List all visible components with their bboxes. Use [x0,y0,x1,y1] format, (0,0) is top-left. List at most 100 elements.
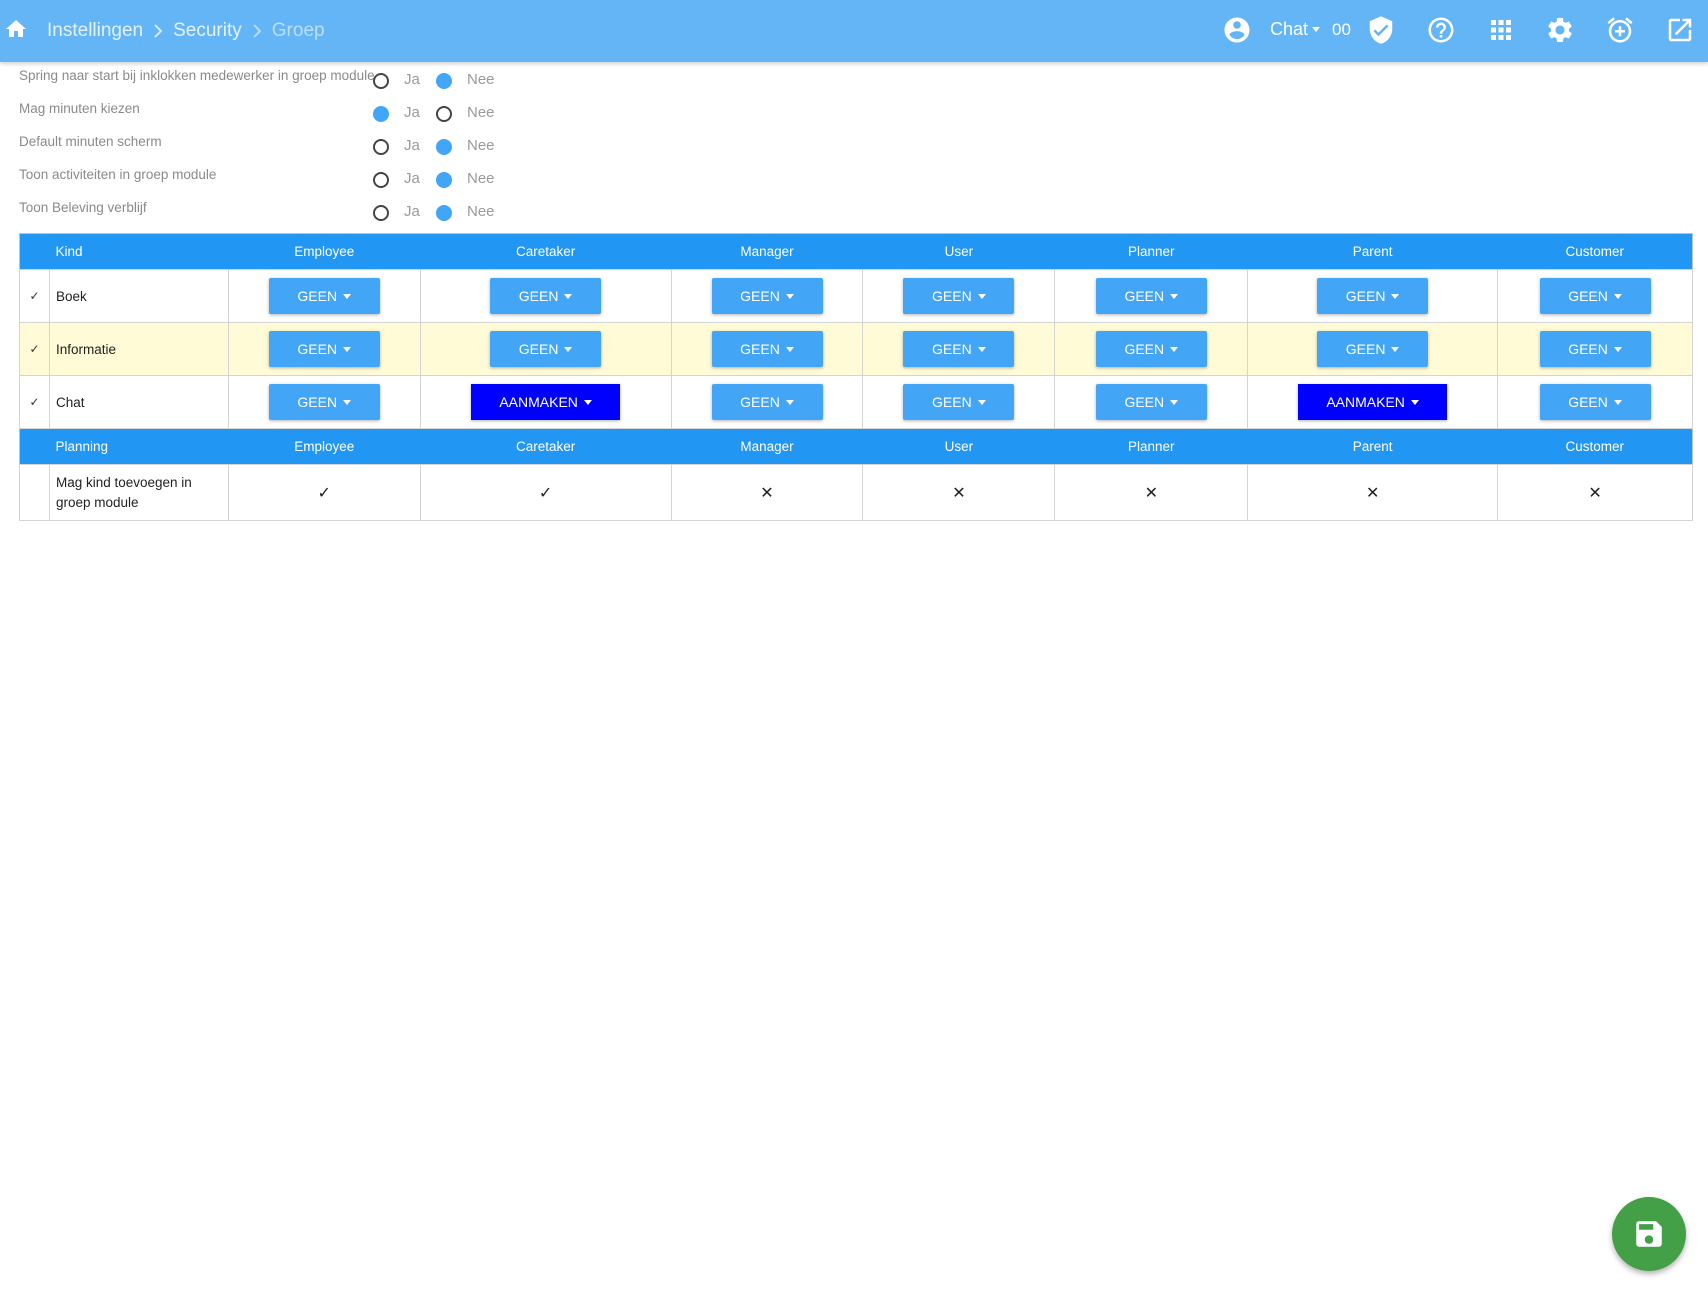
cell-parent: GEEN [1247,322,1499,376]
cross-icon: ✕ [1588,484,1602,502]
dropdown-label: GEEN [740,341,780,357]
permission-dropdown[interactable]: GEEN [1539,384,1651,420]
gear-icon[interactable] [1545,15,1575,45]
planning-header-row: Planning Employee Caretaker Manager User… [19,428,1693,465]
radio-nee[interactable] [436,139,452,155]
permission-dropdown[interactable]: GEEN [1095,384,1207,420]
setting-row: Toon Beleving verblijf Ja Nee [19,200,539,230]
caret-down-icon [977,346,986,352]
dropdown-label: AANMAKEN [1326,394,1405,410]
table-row: ✓ Boek GEEN GEEN GEEN GEEN GEEN GEEN GEE… [19,269,1693,323]
permission-dropdown[interactable]: GEEN [711,331,823,367]
dropdown-label: GEEN [932,288,972,304]
permission-dropdown[interactable]: AANMAKEN [471,384,621,420]
table-row: Mag kind toevoegen in groep module ✓ ✓ ✕… [19,464,1693,521]
permission-dropdown[interactable]: GEEN [711,384,823,420]
alarm-add-icon[interactable] [1605,15,1635,45]
permission-dropdown[interactable]: GEEN [1317,278,1429,314]
permission-dropdown[interactable]: GEEN [1317,331,1429,367]
radio-ja[interactable] [373,172,389,188]
caret-down-icon [785,399,794,405]
row-label: Mag kind toevoegen in groep module [48,464,229,521]
account-circle-icon[interactable] [1222,15,1252,45]
chat-dropdown[interactable]: Chat [1270,19,1321,40]
permission-dropdown[interactable]: GEEN [490,278,602,314]
dropdown-label: GEEN [1568,341,1608,357]
radio-ja[interactable] [373,139,389,155]
dropdown-label: GEEN [297,341,338,357]
caret-down-icon [1613,346,1622,352]
radio-nee[interactable] [436,205,452,221]
permission-dropdown[interactable]: GEEN [711,278,823,314]
permission-dropdown[interactable]: GEEN [268,384,380,420]
dropdown-label: GEEN [1124,394,1165,410]
permission-dropdown[interactable]: GEEN [1095,331,1207,367]
cell-caretaker: GEEN [419,322,672,376]
caret-down-icon [564,293,573,299]
caret-down-icon [1391,346,1400,352]
permission-toggle[interactable]: ✕ [1497,464,1693,521]
cell-parent: GEEN [1247,269,1499,323]
cross-icon: ✕ [952,484,966,502]
setting-row: Mag minuten kiezen Ja Nee [19,101,539,131]
caret-down-icon [343,293,352,299]
permission-dropdown[interactable]: GEEN [903,331,1015,367]
save-button[interactable] [1612,1197,1686,1271]
cell-caretaker: AANMAKEN [419,375,672,429]
open-external-icon[interactable] [1665,15,1695,45]
shield-check-icon[interactable] [1366,15,1396,45]
radio-nee[interactable] [436,106,452,122]
permission-toggle[interactable]: ✕ [1247,464,1499,521]
permission-dropdown[interactable]: GEEN [1539,331,1651,367]
setting-label: Toon activiteiten in groep module [19,167,217,182]
permission-dropdown[interactable]: GEEN [268,278,380,314]
radio-ja[interactable] [373,205,389,221]
caret-down-icon [343,346,352,352]
apps-grid-icon[interactable] [1486,15,1516,45]
permission-toggle[interactable]: ✓ [227,464,421,521]
breadcrumb: Instellingen Security Groep [47,0,325,62]
check-icon[interactable]: ✓ [19,269,50,323]
caret-down-icon [1312,27,1321,32]
dropdown-label: GEEN [1345,341,1386,357]
cell-planner: GEEN [1054,322,1249,376]
permission-dropdown[interactable]: GEEN [268,331,380,367]
permission-dropdown[interactable]: GEEN [1095,278,1207,314]
header-parent: Parent [1247,233,1498,270]
radio-nee-label: Nee [467,170,495,187]
breadcrumb-item-security[interactable]: Security [173,20,242,42]
permission-toggle[interactable]: ✓ [419,464,672,521]
radio-ja-label: Ja [404,203,420,220]
dropdown-label: GEEN [740,394,780,410]
permission-dropdown[interactable]: GEEN [490,331,602,367]
help-icon[interactable] [1426,15,1456,45]
cross-icon: ✕ [1365,484,1380,502]
cell-manager: GEEN [670,322,864,376]
breadcrumb-item-instellingen[interactable]: Instellingen [47,20,143,42]
check-icon[interactable]: ✓ [19,375,50,429]
permission-dropdown[interactable]: GEEN [1539,278,1651,314]
permission-dropdown[interactable]: GEEN [903,384,1015,420]
cell-customer: GEEN [1497,322,1693,376]
radio-ja-label: Ja [404,104,420,121]
check-icon[interactable]: ✓ [19,322,50,376]
header-spacer [19,428,50,465]
radio-ja[interactable] [373,73,389,89]
permission-dropdown[interactable]: AANMAKEN [1298,384,1448,420]
cell-manager: GEEN [670,375,864,429]
header-kind: Kind [49,233,229,270]
permission-toggle[interactable]: ✕ [670,464,864,521]
permission-toggle[interactable]: ✕ [862,464,1056,521]
radio-ja-label: Ja [404,170,420,187]
home-icon[interactable] [4,17,28,41]
permission-dropdown[interactable]: GEEN [903,278,1015,314]
radio-nee[interactable] [436,172,452,188]
dropdown-label: GEEN [297,288,338,304]
radio-nee-label: Nee [467,203,495,220]
table-row: ✓ Chat GEEN AANMAKEN GEEN GEEN GEEN AANM… [19,375,1693,429]
caret-down-icon [583,399,592,405]
radio-nee[interactable] [436,73,452,89]
radio-ja[interactable] [373,106,389,122]
caret-down-icon [1410,399,1419,405]
permission-toggle[interactable]: ✕ [1054,464,1249,521]
